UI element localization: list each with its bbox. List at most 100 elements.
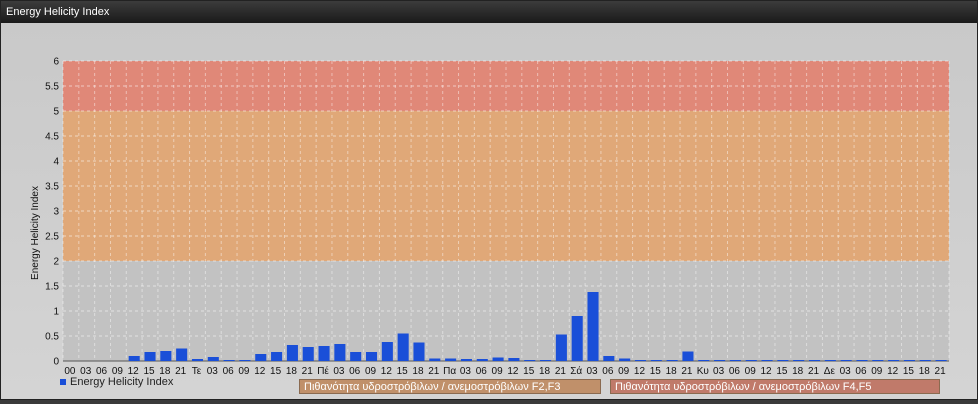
x-tick-label: 15: [397, 366, 409, 377]
bar-20[interactable]: [381, 342, 393, 361]
bar-32[interactable]: [571, 316, 583, 361]
bar-9[interactable]: [207, 357, 219, 361]
bar-25[interactable]: [460, 359, 472, 361]
legend[interactable]: Energy Helicity Index: [60, 376, 173, 388]
bar-29[interactable]: [524, 360, 536, 361]
legend-label: Energy Helicity Index: [70, 376, 174, 388]
bar-4[interactable]: [128, 356, 140, 361]
x-tick-label: 21: [935, 366, 947, 377]
bar-37[interactable]: [650, 360, 662, 361]
bar-46[interactable]: [793, 360, 805, 361]
x-tick-label: 03: [840, 366, 852, 377]
band-label-f2f3: Πιθανότητα υδροστρόβιλων / ανεμοστρόβιλω…: [299, 379, 601, 394]
y-tick-label: 5: [53, 107, 59, 118]
x-tick-label: 06: [476, 366, 488, 377]
bar-13[interactable]: [271, 352, 283, 361]
title-bar: Energy Helicity Index: [1, 1, 977, 23]
bar-43[interactable]: [745, 360, 757, 361]
bar-8[interactable]: [191, 359, 204, 361]
bar-24[interactable]: [445, 358, 457, 362]
bar-41[interactable]: [714, 360, 726, 361]
x-tick-label: 06: [602, 366, 614, 377]
x-tick-label: Πέ: [317, 365, 329, 377]
bar-11[interactable]: [239, 360, 251, 361]
bar-23[interactable]: [429, 358, 441, 362]
x-tick-label: 15: [776, 366, 788, 377]
bar-34[interactable]: [603, 356, 615, 361]
y-tick-label: 6: [53, 57, 59, 68]
y-tick-label: 1: [53, 307, 59, 318]
bar-49[interactable]: [840, 360, 852, 361]
bar-28[interactable]: [508, 358, 520, 361]
bar-26[interactable]: [476, 359, 488, 361]
x-tick-label: 15: [270, 366, 282, 377]
bar-18[interactable]: [350, 352, 362, 361]
bar-21[interactable]: [397, 333, 409, 362]
bar-12[interactable]: [255, 354, 267, 361]
y-tick-label: 3.5: [45, 182, 59, 193]
ehi-chart: 00.511.522.533.544.555.56 00 03 06 09 12 15 18…: [30, 57, 950, 377]
bar-27[interactable]: [492, 357, 504, 362]
bar-55[interactable]: [935, 360, 947, 361]
bar-40[interactable]: [698, 360, 710, 361]
x-tick-label: 12: [254, 366, 266, 377]
bar-5[interactable]: [144, 352, 156, 361]
x-tick-label: 03: [586, 366, 598, 377]
x-tick-label: 18: [539, 366, 551, 377]
x-tick-label: 03: [460, 366, 472, 377]
bar-39[interactable]: [682, 351, 694, 362]
bar-14[interactable]: [286, 345, 298, 361]
bar-33[interactable]: [587, 292, 599, 361]
bar-50[interactable]: [856, 360, 868, 361]
x-tick-label: 18: [286, 366, 298, 377]
y-tick-label: 2: [53, 257, 59, 268]
window-title: Energy Helicity Index: [6, 6, 110, 18]
x-tick-label: 09: [492, 366, 504, 377]
x-tick-label: Τε: [192, 366, 202, 377]
x-tick-label: 09: [365, 366, 377, 377]
bar-52[interactable]: [888, 360, 900, 361]
x-tick-label: 15: [523, 366, 535, 377]
y-axis-label: Energy Helicity Index: [30, 186, 41, 280]
bar-47[interactable]: [808, 360, 821, 361]
bar-53[interactable]: [903, 360, 915, 361]
x-tick-label: Σά: [570, 365, 582, 377]
chart-area: 0 0.5 1 1.5 2 2.5 3 3.5 4 4.5 5 5.5 6 00 03 06 09 12 15 18…: [1, 23, 977, 399]
x-tick-label: 12: [507, 366, 519, 377]
bar-42[interactable]: [729, 360, 741, 361]
x-tick-label: 18: [919, 366, 931, 377]
y-tick-label: 1.5: [45, 282, 59, 293]
bar-44[interactable]: [761, 360, 773, 361]
x-tick-label: Δε: [824, 366, 836, 377]
x-tick-label: 12: [381, 366, 393, 377]
bar-31[interactable]: [555, 334, 567, 362]
y-tick-label: 5.5: [45, 82, 59, 93]
legend-swatch: [60, 379, 66, 385]
bar-38[interactable]: [666, 360, 678, 361]
bar-6[interactable]: [160, 351, 172, 361]
bar-10[interactable]: [223, 360, 235, 361]
bar-35[interactable]: [619, 358, 631, 362]
bar-36[interactable]: [634, 360, 647, 361]
chart-window: Energy Helicity Index 0 0.5 1 1.5 2 2.5 3 3.5 4 4…: [0, 0, 978, 400]
x-tick-label: 21: [428, 366, 440, 377]
bar-30[interactable]: [540, 360, 552, 361]
bar-16[interactable]: [318, 346, 330, 361]
bar-51[interactable]: [872, 360, 884, 361]
x-tick-label: 18: [412, 366, 424, 377]
y-tick-label: 0.5: [45, 332, 59, 343]
y-tick-label: 4.5: [45, 132, 59, 143]
x-tick-label: 06: [223, 366, 235, 377]
x-tick-label: 03: [713, 366, 725, 377]
bar-7[interactable]: [176, 348, 188, 362]
bar-48[interactable]: [824, 360, 836, 361]
bar-17[interactable]: [334, 344, 346, 361]
bar-22[interactable]: [413, 342, 425, 362]
bar-54[interactable]: [919, 360, 931, 361]
bar-45[interactable]: [777, 360, 789, 361]
bar-19[interactable]: [365, 352, 378, 361]
x-tick-label: 15: [903, 366, 915, 377]
x-tick-label: Κυ: [697, 366, 709, 377]
y-tick-label: 3: [53, 207, 59, 218]
bar-15[interactable]: [302, 347, 314, 361]
